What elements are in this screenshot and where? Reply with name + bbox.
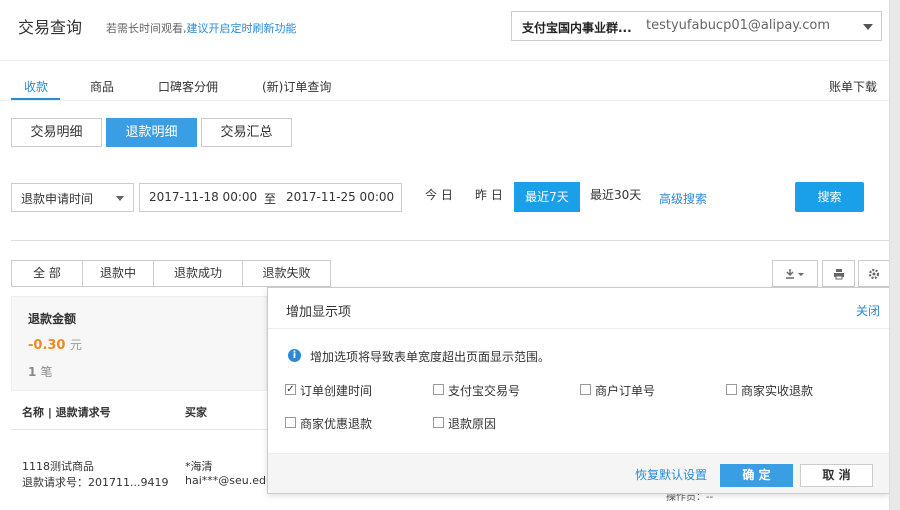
date-type-value: 退款申请时间 <box>21 192 94 206</box>
settings-button[interactable] <box>858 260 890 287</box>
refund-amount-label: 退款金额 <box>28 312 77 326</box>
table-header-divider <box>11 429 267 430</box>
option-label: 商户订单号 <box>595 384 656 398</box>
dialog-info-text: 增加选项将导致表单宽度超出页面显示范围。 <box>310 350 551 364</box>
tab-koubei-commission[interactable]: 口碑客分佣 <box>158 78 218 95</box>
dialog-footer: 恢复默认设置 确 定 取 消 <box>268 453 889 493</box>
cancel-button[interactable]: 取 消 <box>800 464 873 487</box>
row-product-name: 1118测试商品 <box>22 460 94 473</box>
checkbox-checked[interactable]: ✓ <box>285 384 296 395</box>
refund-summary-card: 退款金额 -0.30 元 1 笔 <box>11 296 267 391</box>
status-tab-refund-failed[interactable]: 退款失败 <box>242 260 331 287</box>
start-date: 2017-11-18 00:00 <box>149 190 258 204</box>
quick-yesterday-button[interactable]: 昨 日 <box>475 186 503 203</box>
option-label: 商家实收退款 <box>741 384 814 398</box>
tab-products[interactable]: 商品 <box>90 78 114 95</box>
print-button[interactable] <box>822 260 855 287</box>
auto-refresh-link[interactable]: 建议开启定时刷新功能 <box>187 22 297 35</box>
bill-download-link[interactable]: 账单下载 <box>829 78 877 95</box>
segment-transaction-summary[interactable]: 交易汇总 <box>201 118 292 147</box>
print-icon <box>833 268 844 279</box>
account-email: testyufabucp01@alipay.com <box>646 18 831 33</box>
quick-last7days-button[interactable]: 最近7天 <box>514 182 580 212</box>
row-buyer-name: *海清 <box>185 460 213 473</box>
row-buyer-account: hai***@seu.edu. <box>185 474 267 487</box>
dialog-divider <box>268 328 889 329</box>
restore-defaults-link[interactable]: 恢复默认设置 <box>635 466 707 483</box>
status-tab-all[interactable]: 全 部 <box>11 260 83 287</box>
tab-collect[interactable]: 收款 <box>24 78 48 95</box>
page-title: 交易查询 <box>18 18 83 37</box>
chevron-down-icon <box>863 24 873 30</box>
date-range-separator: 至 <box>264 192 277 206</box>
header-divider <box>0 60 889 61</box>
refresh-hint: 若需长时间观看,建议开启定时刷新功能 <box>106 20 297 36</box>
download-button[interactable] <box>772 260 818 287</box>
date-range-input[interactable]: 2017-11-18 00:00 至 2017-11-25 00:00 <box>139 183 402 212</box>
option-label: 支付宝交易号 <box>448 384 521 398</box>
refund-amount-unit: 元 <box>70 338 83 352</box>
refund-amount: -0.30 元 <box>28 336 82 353</box>
end-date: 2017-11-25 00:00 <box>286 190 395 204</box>
info-icon: i <box>288 349 301 362</box>
dialog-title: 增加显示项 <box>286 305 352 320</box>
checkbox-unchecked[interactable] <box>433 384 444 395</box>
advanced-search-link[interactable]: 高级搜索 <box>659 190 707 207</box>
download-icon <box>786 268 804 279</box>
section-divider <box>11 240 889 241</box>
refund-count: 1 笔 <box>28 363 53 380</box>
quick-today-button[interactable]: 今 日 <box>425 186 453 203</box>
refund-count-unit: 笔 <box>40 365 53 379</box>
checkbox-unchecked[interactable] <box>285 417 296 428</box>
segment-transaction-detail[interactable]: 交易明细 <box>11 118 102 147</box>
account-org: 支付宝国内事业群... <box>522 21 632 35</box>
quick-last30days-button[interactable]: 最近30天 <box>590 186 641 203</box>
confirm-button[interactable]: 确 定 <box>720 464 793 487</box>
column-header-name: 名称 | 退款请求号 <box>22 406 111 419</box>
option-label: 订单创建时间 <box>300 384 373 398</box>
tab-new-order-query[interactable]: (新)订单查询 <box>262 78 331 95</box>
chevron-down-icon <box>116 196 124 201</box>
add-display-columns-dialog: 增加显示项 关闭 i 增加选项将导致表单宽度超出页面显示范围。 ✓ 订单创建时间… <box>267 287 890 494</box>
refresh-hint-text: 若需长时间观看, <box>106 22 187 35</box>
column-header-buyer: 买家 <box>185 406 207 419</box>
checkbox-unchecked[interactable] <box>726 384 737 395</box>
gear-icon <box>868 268 880 279</box>
option-label: 商家优惠退款 <box>300 417 373 431</box>
option-label: 退款原因 <box>448 417 497 431</box>
refund-amount-value: -0.30 <box>28 338 66 353</box>
date-type-select[interactable]: 退款申请时间 <box>11 183 134 212</box>
status-tab-refund-success[interactable]: 退款成功 <box>153 260 243 287</box>
account-selector[interactable]: 支付宝国内事业群... testyufabucp01@alipay.com <box>511 11 882 41</box>
nav-divider <box>0 100 889 101</box>
search-button[interactable]: 搜索 <box>795 182 864 212</box>
refund-count-value: 1 <box>28 365 37 379</box>
dialog-close-link[interactable]: 关闭 <box>856 302 880 319</box>
segment-refund-detail[interactable]: 退款明细 <box>106 118 197 147</box>
status-tab-refunding[interactable]: 退款中 <box>82 260 154 287</box>
checkbox-unchecked[interactable] <box>433 417 444 428</box>
row-refund-request-no: 退款请求号：201711...9419 <box>22 476 169 489</box>
page-scrollbar[interactable] <box>889 0 900 510</box>
checkbox-unchecked[interactable] <box>580 384 591 395</box>
